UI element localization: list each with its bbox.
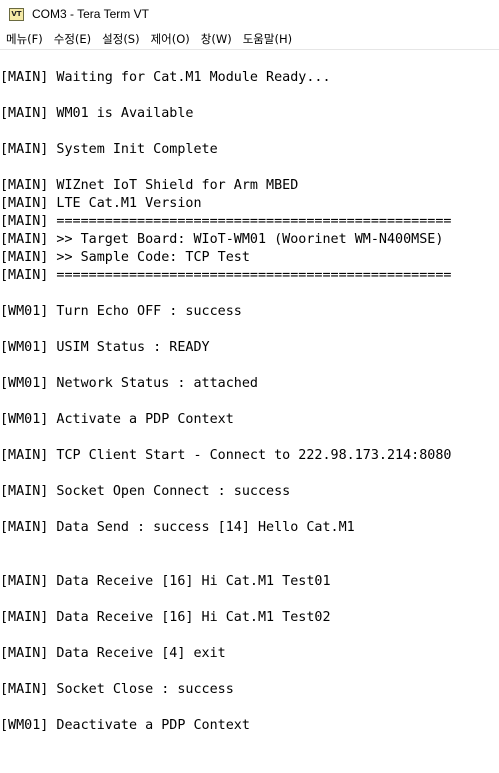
terminal-line: [WM01] Network Status : attached (0, 376, 258, 391)
terminal-line: [WM01] Deactivate a PDP Context (0, 718, 250, 733)
terminal-line: [MAIN] Data Receive [16] Hi Cat.M1 Test0… (0, 574, 331, 589)
menu-window[interactable]: 창(W) (195, 30, 237, 49)
terminal-line: [MAIN] Data Send : success [14] Hello Ca… (0, 520, 355, 535)
terminal-line: [MAIN] Socket Close : success (0, 682, 234, 697)
terminal-line: [WM01] Turn Echo OFF : success (0, 304, 242, 319)
terminal-line: [MAIN] WIZnet IoT Shield for Arm MBED (0, 178, 299, 193)
terminal-line: [MAIN] WM01 is Available (0, 106, 194, 121)
menu-edit[interactable]: 수정(E) (48, 30, 96, 49)
terminal-line: [MAIN] >> Sample Code: TCP Test (0, 250, 250, 265)
menu-control[interactable]: 제어(O) (145, 30, 195, 49)
terminal-line: [WM01] Activate a PDP Context (0, 412, 234, 427)
window-title: COM3 - Tera Term VT (32, 7, 149, 21)
terminal-line: [MAIN] =================================… (0, 268, 452, 283)
terminal-line: [MAIN] Data Receive [4] exit (0, 646, 226, 661)
terminal-line: [MAIN] TCP Client Start - Connect to 222… (0, 448, 452, 463)
terminal-line: [MAIN] Waiting for Cat.M1 Module Ready..… (0, 70, 331, 85)
terminal-line: [MAIN] System Init Complete (0, 142, 218, 157)
terminal-line: [MAIN] Data Receive [16] Hi Cat.M1 Test0… (0, 610, 331, 625)
teraterm-app-icon[interactable]: VT (9, 8, 24, 21)
menu-file[interactable]: 메뉴(F) (0, 30, 48, 49)
terminal-line: [MAIN] =================================… (0, 214, 452, 229)
terminal-line: [MAIN] >> Target Board: WIoT-WM01 (Woori… (0, 232, 444, 247)
menu-bar: 메뉴(F) 수정(E) 설정(S) 제어(O) 창(W) 도움말(H) (0, 30, 499, 50)
terminal-line: [WM01] USIM Status : READY (0, 340, 210, 355)
title-bar[interactable]: VT COM3 - Tera Term VT (0, 0, 499, 30)
terminal-line: [MAIN] LTE Cat.M1 Version (0, 196, 202, 211)
menu-help[interactable]: 도움말(H) (237, 30, 297, 49)
terminal-output-area[interactable]: [MAIN] Waiting for Cat.M1 Module Ready..… (0, 50, 499, 773)
menu-setup[interactable]: 설정(S) (96, 30, 144, 49)
terminal-line: [MAIN] Socket Open Connect : success (0, 484, 291, 499)
